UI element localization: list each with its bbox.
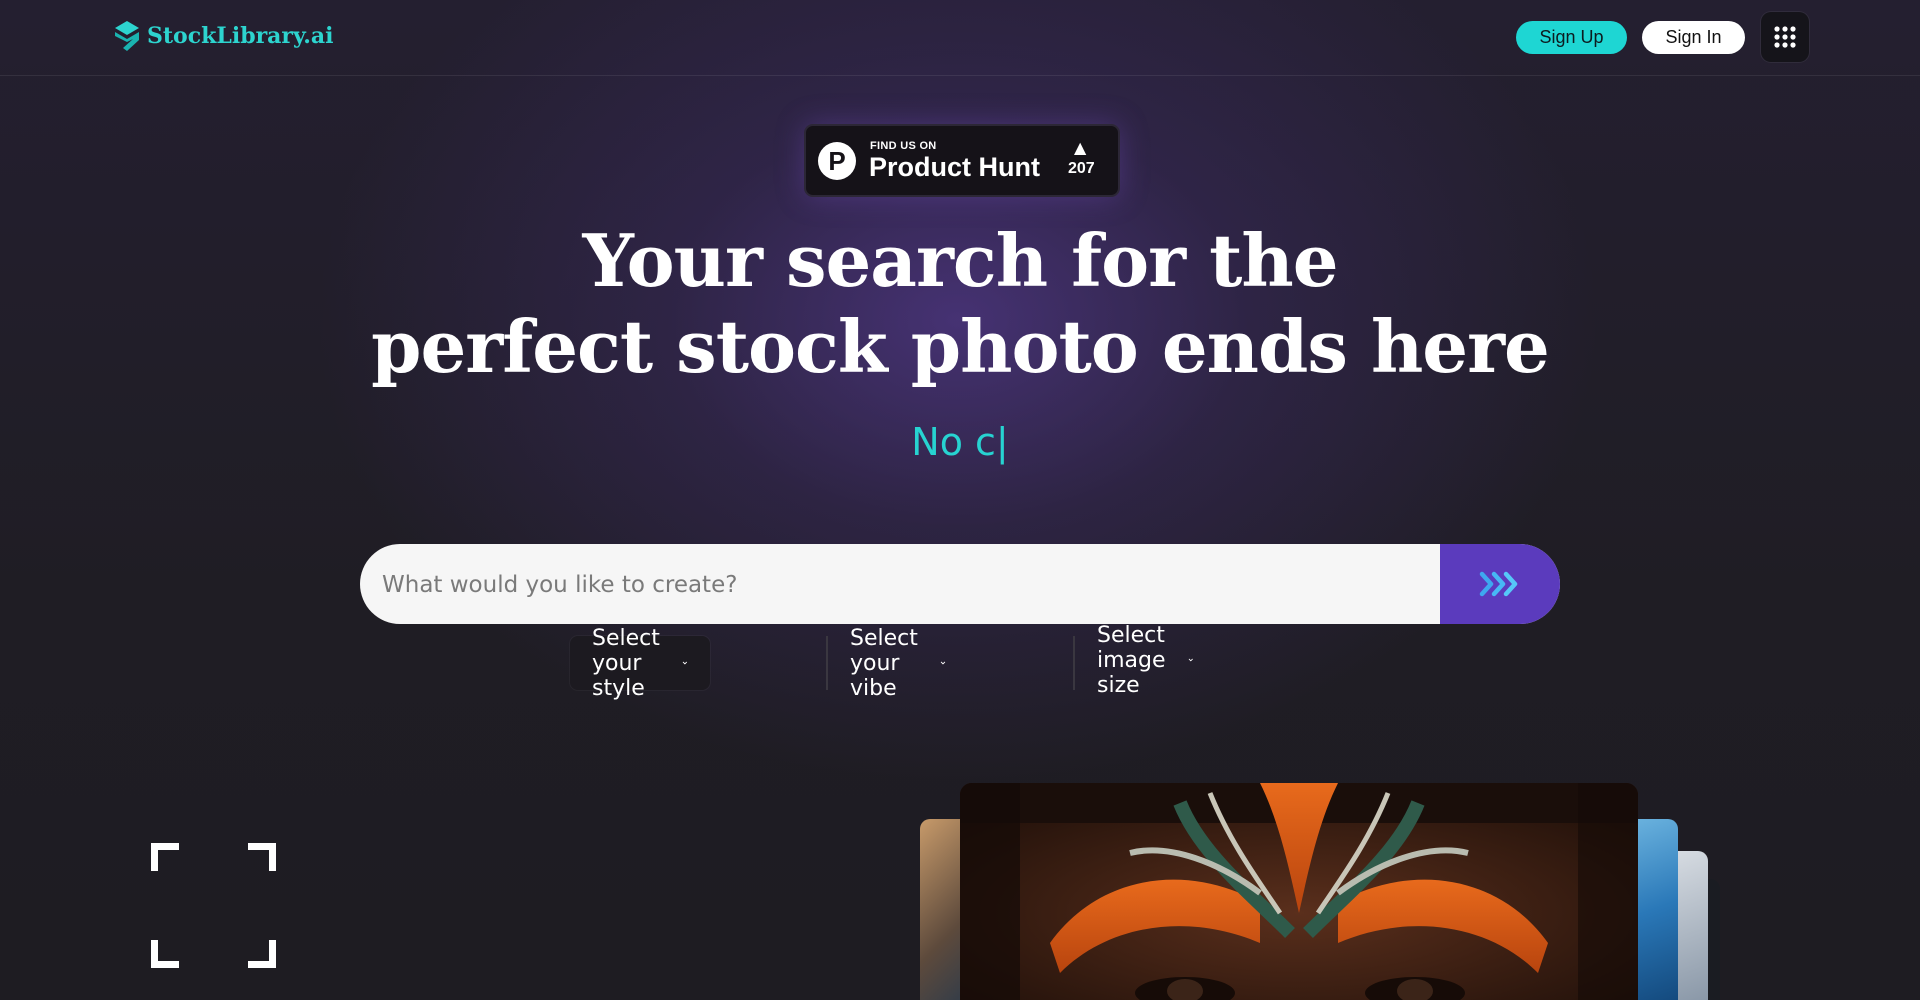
upvote-arrow-icon: ▲: [1074, 138, 1087, 157]
style-dropdown-label: Select your style: [592, 625, 660, 701]
gallery-image-main[interactable]: [960, 783, 1638, 1000]
chevron-down-icon: [682, 661, 688, 665]
logo-icon: [115, 21, 139, 51]
apps-menu-button[interactable]: [1761, 12, 1809, 62]
top-navigation-bar: StockLibrary.ai Sign Up Sign In: [0, 0, 1920, 76]
search-submit-button[interactable]: [1440, 544, 1560, 624]
product-hunt-name: Product Hunt: [869, 152, 1040, 182]
image-size-dropdown[interactable]: Select image size: [1075, 623, 1216, 698]
product-hunt-find-label: FIND US ON: [870, 140, 937, 152]
product-hunt-icon: P: [818, 142, 856, 180]
vibe-dropdown-label: Select your vibe: [850, 625, 918, 701]
face-paint-photo: [960, 783, 1638, 1000]
hero-title-line-2: perfect stock photo ends here: [371, 304, 1550, 389]
triple-chevron-right-icon: [1479, 571, 1518, 597]
hero-title-line-1: Your search for the: [582, 218, 1338, 303]
chevron-down-icon: [1188, 658, 1193, 662]
product-hunt-vote-count: 207: [1068, 160, 1095, 177]
brand-name: StockLibrary.ai: [147, 23, 334, 49]
sample-image-gallery: [920, 783, 1726, 1000]
hero-title: Your search for the perfect stock photo …: [0, 218, 1920, 390]
sign-up-button[interactable]: Sign Up: [1516, 21, 1627, 54]
style-dropdown[interactable]: Select your style: [570, 626, 710, 701]
logo-link[interactable]: StockLibrary.ai: [113, 20, 334, 52]
typewriter-text: No c|: [911, 420, 1009, 464]
image-size-dropdown-label: Select image size: [1097, 622, 1166, 698]
grid-dots-icon: [1774, 26, 1796, 48]
sign-in-button[interactable]: Sign In: [1642, 21, 1745, 54]
search-bar: [360, 544, 1560, 624]
vibe-dropdown[interactable]: Select your vibe: [828, 626, 968, 701]
product-hunt-badge[interactable]: P FIND US ON Product Hunt ▲ 207: [804, 124, 1120, 197]
chevron-down-icon: [940, 661, 946, 665]
search-input[interactable]: [380, 544, 1424, 624]
